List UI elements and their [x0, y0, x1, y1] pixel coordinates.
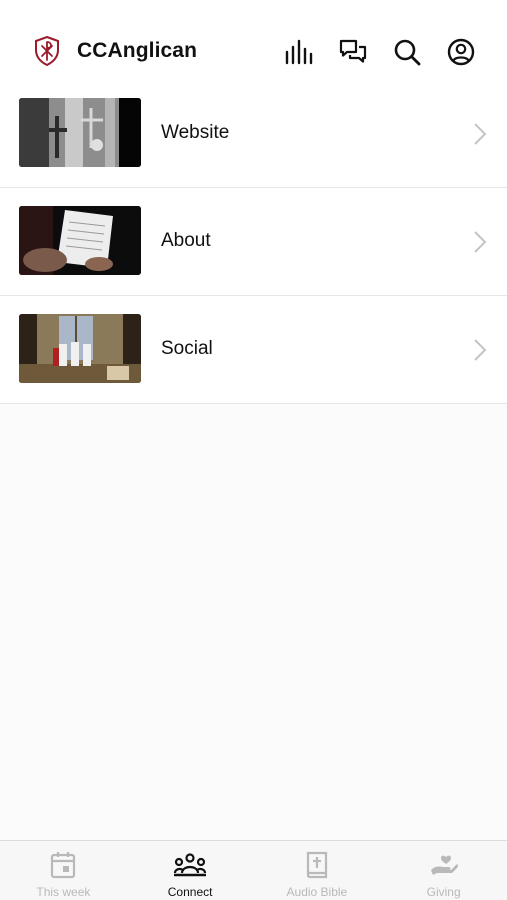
- tab-this-week[interactable]: This week: [0, 841, 127, 900]
- list-item-social[interactable]: Social: [0, 296, 507, 404]
- chat-bubbles-icon: [339, 39, 367, 63]
- list-item-website[interactable]: Website: [0, 80, 507, 188]
- search-button[interactable]: [391, 36, 423, 68]
- tab-label: Connect: [167, 885, 213, 899]
- user-profile-icon: [447, 38, 475, 66]
- people-in-church-thumbnail: [19, 314, 141, 383]
- bar-chart-icon: [285, 39, 313, 65]
- hands-holding-paper-thumbnail: [19, 206, 141, 275]
- app-name: CCAnglican: [77, 39, 198, 62]
- people-group-icon: [174, 853, 207, 877]
- shield-cross-logo-icon: [34, 36, 60, 66]
- tab-label: Audio Bible: [286, 885, 348, 899]
- profile-button[interactable]: [445, 36, 477, 68]
- tab-giving[interactable]: Giving: [380, 841, 507, 900]
- chevron-right-icon: [474, 339, 487, 361]
- church-cross-altar-thumbnail: [19, 98, 141, 167]
- connect-list: Website About Social: [0, 80, 507, 404]
- app-header: CCAnglican: [0, 0, 507, 84]
- messages-button[interactable]: [337, 36, 369, 68]
- brand[interactable]: CCAnglican: [34, 36, 197, 66]
- bottom-tab-bar: This week Connect Audio Bible Giving: [0, 840, 507, 900]
- stats-button[interactable]: [283, 36, 315, 68]
- tab-label: This week: [36, 885, 91, 899]
- list-item-label: About: [161, 230, 211, 251]
- header-actions: [283, 36, 477, 68]
- giving-hand-icon: [430, 855, 458, 875]
- tab-audio-bible[interactable]: Audio Bible: [254, 841, 381, 900]
- connect-screen: CCAnglican Website About Social This wee…: [0, 0, 507, 900]
- tab-label: Giving: [426, 885, 461, 899]
- chevron-right-icon: [474, 123, 487, 145]
- chevron-right-icon: [474, 231, 487, 253]
- list-item-label: Website: [161, 122, 230, 143]
- list-item-label: Social: [161, 338, 213, 359]
- bible-icon: [306, 851, 327, 879]
- search-icon: [394, 39, 421, 66]
- tab-connect[interactable]: Connect: [127, 841, 254, 900]
- list-item-about[interactable]: About: [0, 188, 507, 296]
- calendar-icon: [51, 852, 76, 879]
